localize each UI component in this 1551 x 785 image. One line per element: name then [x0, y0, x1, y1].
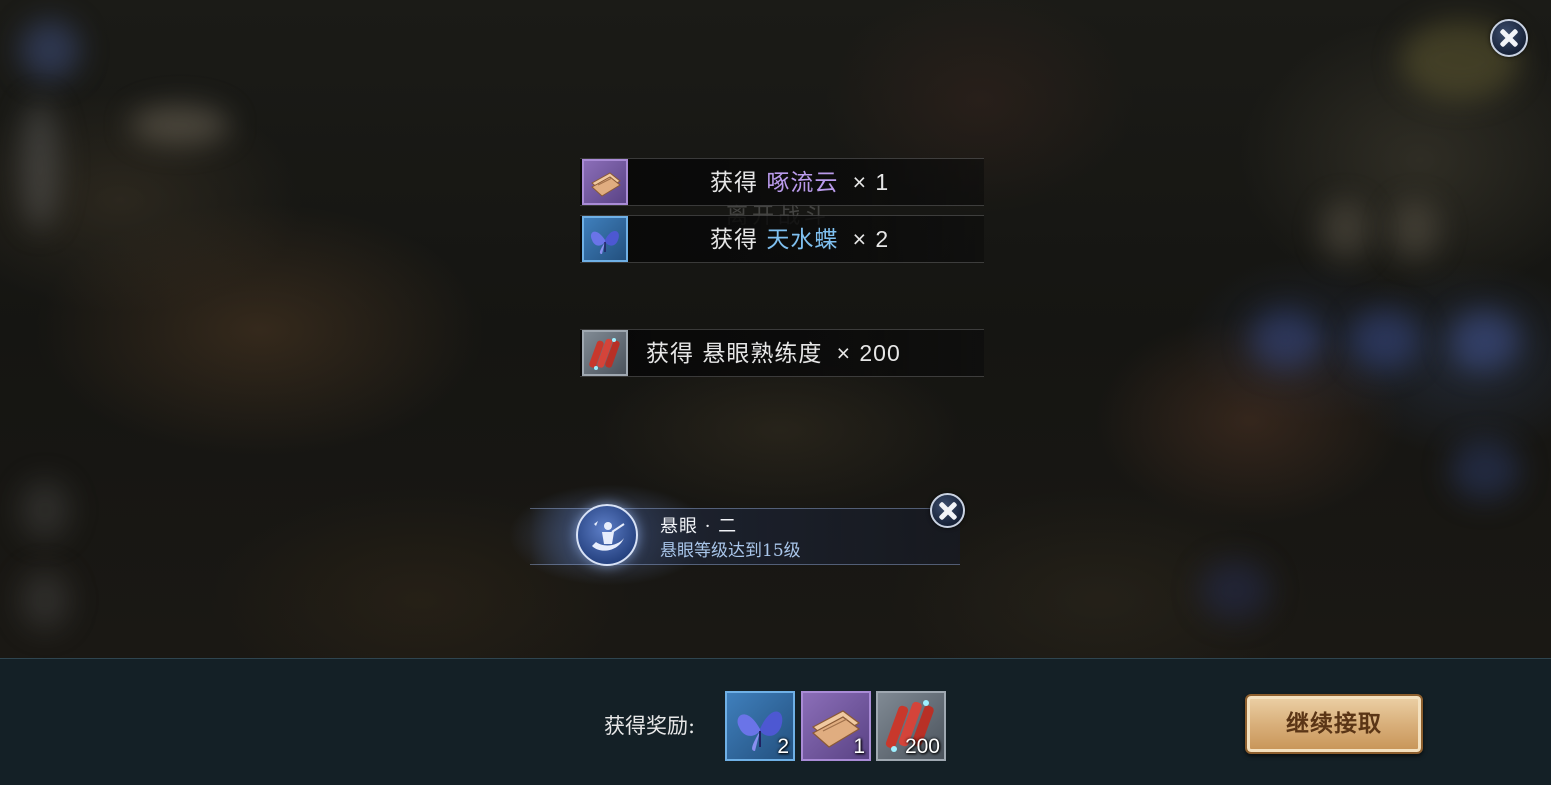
notice-multiplier: ×	[836, 340, 852, 366]
background-blur-spot	[130, 105, 230, 145]
continue-accept-button[interactable]: 继续接取	[1245, 694, 1423, 754]
background-blur-spot	[1450, 440, 1520, 500]
notice-item-name: 悬眼熟练度	[702, 341, 823, 367]
background-blur-spot	[20, 20, 80, 80]
reward-count: 1	[853, 735, 865, 758]
notice-item-name: 啄流云	[766, 170, 839, 196]
notice-prefix: 获得	[710, 227, 758, 253]
notice-multiplier: ×	[852, 169, 868, 195]
reward-slot[interactable]: 200	[876, 691, 946, 761]
notice-count: 2	[875, 226, 890, 252]
notice-text: 获得 悬眼熟练度 × 200	[646, 330, 901, 376]
scroll-bundle-icon	[582, 159, 628, 205]
butterfly-icon	[582, 216, 628, 262]
reward-slot[interactable]: 1	[801, 691, 871, 761]
notice-count: 1	[875, 169, 890, 195]
background-blur-spot	[20, 570, 70, 630]
achievement-title: 悬眼 · 二	[660, 516, 738, 537]
background-blur-spot	[20, 100, 60, 230]
notice-prefix: 获得	[646, 341, 694, 367]
achievement-close-button[interactable]	[930, 493, 965, 528]
notice-prefix: 获得	[710, 170, 758, 196]
background-blur-spot	[1450, 310, 1520, 370]
notice-count: 200	[859, 340, 901, 366]
achievement-description: 悬眼等级达到15级	[660, 541, 801, 561]
notice-item-name: 天水蝶	[766, 227, 839, 253]
background-blur-spot	[1390, 200, 1440, 260]
achievement-medal-icon	[576, 504, 638, 566]
background-blur-spot	[1320, 200, 1370, 260]
close-screen-button[interactable]	[1490, 19, 1528, 57]
background-blur-spot	[20, 480, 70, 540]
notice-text: 获得 天水蝶 × 2	[710, 216, 889, 262]
reward-slot[interactable]: 2	[725, 691, 795, 761]
item-obtained-notice: 获得 天水蝶 × 2	[580, 215, 984, 263]
item-obtained-notice: 获得 啄流云 × 1	[580, 158, 984, 206]
game-screen: 离开战斗 获得 啄流云 × 1 获得 天水	[0, 0, 1551, 785]
reward-label: 获得奖励:	[604, 714, 696, 738]
notice-text: 获得 啄流云 × 1	[710, 159, 889, 205]
background-blur-spot	[1250, 310, 1320, 370]
notice-multiplier: ×	[852, 226, 868, 252]
item-obtained-notice: 获得 悬眼熟练度 × 200	[580, 329, 984, 377]
background-blur-spot	[1350, 310, 1420, 370]
scroll-rolls-icon	[582, 330, 628, 376]
background-blur-spot	[1200, 560, 1270, 620]
reward-count: 2	[777, 735, 789, 758]
reward-count: 200	[904, 735, 940, 758]
